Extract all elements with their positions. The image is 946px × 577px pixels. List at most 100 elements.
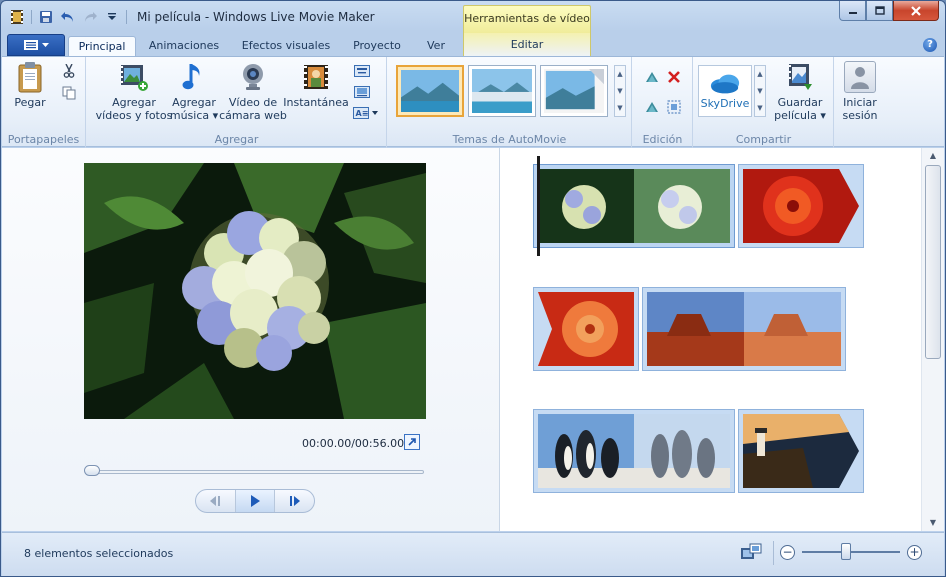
tab-ver[interactable]: Ver	[415, 36, 457, 57]
play-icon	[251, 495, 260, 507]
user-avatar-icon	[844, 61, 876, 93]
scroll-down-icon[interactable]: ▼	[617, 87, 622, 95]
storyboard-clip-red-flower-1[interactable]	[738, 164, 864, 248]
app-window: Mi película - Windows Live Movie Maker H…	[0, 0, 946, 577]
sign-in-button[interactable]: Iniciar sesión	[839, 61, 881, 122]
clip-thumbnail	[743, 414, 859, 488]
seek-bar[interactable]	[86, 470, 424, 474]
clip-thumbnail	[743, 169, 859, 243]
quick-access-toolbar	[9, 8, 127, 26]
next-frame-button[interactable]	[275, 490, 314, 512]
close-button[interactable]	[893, 1, 939, 21]
thumbnail-size-icon[interactable]	[740, 543, 762, 561]
previous-frame-button[interactable]	[196, 490, 235, 512]
playback-controls	[195, 489, 315, 513]
add-videos-photos-button[interactable]: Agregar vídeos y fotos	[95, 61, 173, 122]
context-tab-video-tools: Herramientas de vídeo	[463, 5, 591, 33]
selection-status: 8 elementos seleccionados	[24, 547, 174, 560]
gallery-expand-icon[interactable]: ▼	[617, 104, 622, 112]
film-photo-icon	[118, 61, 150, 93]
zoom-slider-thumb[interactable]	[841, 543, 852, 560]
group-label-editing: Edición	[642, 133, 683, 146]
group-label-share: Compartir	[735, 133, 792, 146]
credits-icon[interactable]: A≡	[353, 105, 379, 121]
rotate-left-icon[interactable]	[643, 69, 661, 85]
maximize-button[interactable]	[866, 1, 893, 21]
app-icon[interactable]	[9, 9, 25, 25]
select-all-icon[interactable]	[665, 99, 683, 115]
snapshot-button[interactable]: Instantánea	[283, 61, 349, 109]
fullscreen-preview-button[interactable]	[404, 434, 420, 450]
tab-efectos-visuales[interactable]: Efectos visuales	[235, 36, 337, 57]
scroll-up-icon[interactable]: ▲	[617, 70, 622, 78]
theme-thumbnail-1[interactable]	[396, 65, 464, 117]
save-icon[interactable]	[38, 9, 54, 25]
play-button[interactable]	[234, 490, 276, 512]
title-icon[interactable]	[353, 63, 371, 79]
paste-button[interactable]: Pegar	[10, 61, 50, 109]
storyboard-clip-hydrangea[interactable]	[533, 164, 735, 248]
app-menu-button[interactable]	[7, 34, 65, 56]
scroll-up-arrow-icon[interactable]: ▲	[922, 148, 944, 164]
scroll-down-icon[interactable]: ▼	[757, 87, 762, 95]
cut-icon[interactable]	[60, 63, 78, 79]
save-movie-label: Guardar película ▾	[774, 96, 826, 122]
group-automovie-themes: ▲ ▼ ▼ Temas de AutoMovie	[388, 57, 632, 148]
preview-monitor[interactable]	[84, 163, 426, 419]
status-bar: 8 elementos seleccionados − +	[2, 532, 944, 576]
title-bar: Mi película - Windows Live Movie Maker H…	[1, 1, 945, 33]
share-gallery-scroll[interactable]: ▲ ▼ ▼	[754, 65, 766, 117]
gallery-expand-icon[interactable]: ▼	[757, 104, 762, 112]
skydrive-label: SkyDrive	[700, 97, 750, 110]
expand-arrow-icon	[408, 438, 416, 446]
storyboard-clip-penguins[interactable]	[533, 409, 735, 493]
ribbon: Pegar Portapapeles Agregar vídeos y fotos	[2, 56, 944, 148]
webcam-video-button[interactable]: Vídeo de cámara web	[219, 61, 287, 122]
storyboard-clip-lighthouse[interactable]	[738, 409, 864, 493]
remove-icon[interactable]	[665, 69, 683, 85]
clip-thumbnail	[647, 292, 841, 366]
undo-icon[interactable]	[60, 9, 76, 25]
zoom-in-button[interactable]: +	[907, 545, 922, 560]
storyboard	[501, 148, 921, 531]
scrollbar-thumb[interactable]	[925, 165, 941, 359]
window-controls	[839, 1, 939, 21]
help-icon[interactable]: ?	[923, 38, 937, 52]
status-separator	[773, 541, 774, 565]
chevron-down-icon	[41, 42, 49, 47]
svg-text:A≡: A≡	[356, 109, 369, 118]
storyboard-scrollbar[interactable]: ▲ ▼	[921, 148, 944, 531]
save-movie-button[interactable]: Guardar película ▾	[772, 61, 828, 122]
group-signin: Iniciar sesión	[835, 57, 885, 148]
ribbon-tab-bar: Principal Animaciones Efectos visuales P…	[1, 33, 945, 57]
zoom-out-button[interactable]: −	[780, 545, 795, 560]
themes-gallery-scroll[interactable]: ▲ ▼ ▼	[614, 65, 626, 117]
skydrive-button[interactable]: SkyDrive	[698, 65, 752, 117]
paste-label: Pegar	[14, 96, 46, 109]
customize-qat-icon[interactable]	[104, 9, 120, 25]
webcam-icon	[237, 61, 269, 93]
tab-proyecto[interactable]: Proyecto	[345, 36, 409, 57]
add-music-button[interactable]: Agregar música ▾	[170, 61, 218, 122]
tab-editar[interactable]: Editar	[463, 33, 591, 57]
add-videos-photos-label: Agregar vídeos y fotos	[95, 96, 173, 122]
tab-principal[interactable]: Principal	[68, 36, 136, 57]
group-add: Agregar vídeos y fotos Agregar música ▾ Ví…	[87, 57, 387, 148]
storyboard-clip-desert[interactable]	[642, 287, 846, 371]
scroll-up-icon[interactable]: ▲	[757, 70, 762, 78]
caption-icon[interactable]	[353, 84, 371, 100]
rotate-right-icon[interactable]	[643, 99, 661, 115]
copy-icon[interactable]	[60, 85, 78, 101]
music-note-icon	[178, 61, 210, 93]
theme-thumbnail-3[interactable]	[540, 65, 608, 117]
minimize-button[interactable]	[839, 1, 866, 21]
redo-icon[interactable]	[82, 9, 98, 25]
scroll-down-arrow-icon[interactable]: ▼	[922, 515, 944, 531]
theme-thumbnail-2[interactable]	[468, 65, 536, 117]
playhead-marker[interactable]	[537, 156, 540, 256]
tab-animaciones[interactable]: Animaciones	[141, 36, 227, 57]
storyboard-clip-red-flower-2[interactable]	[533, 287, 639, 371]
seek-bar-thumb[interactable]	[84, 465, 100, 476]
group-label-clipboard: Portapapeles	[7, 133, 80, 146]
group-share: SkyDrive ▲ ▼ ▼ Guardar película ▾ Compart…	[694, 57, 834, 148]
